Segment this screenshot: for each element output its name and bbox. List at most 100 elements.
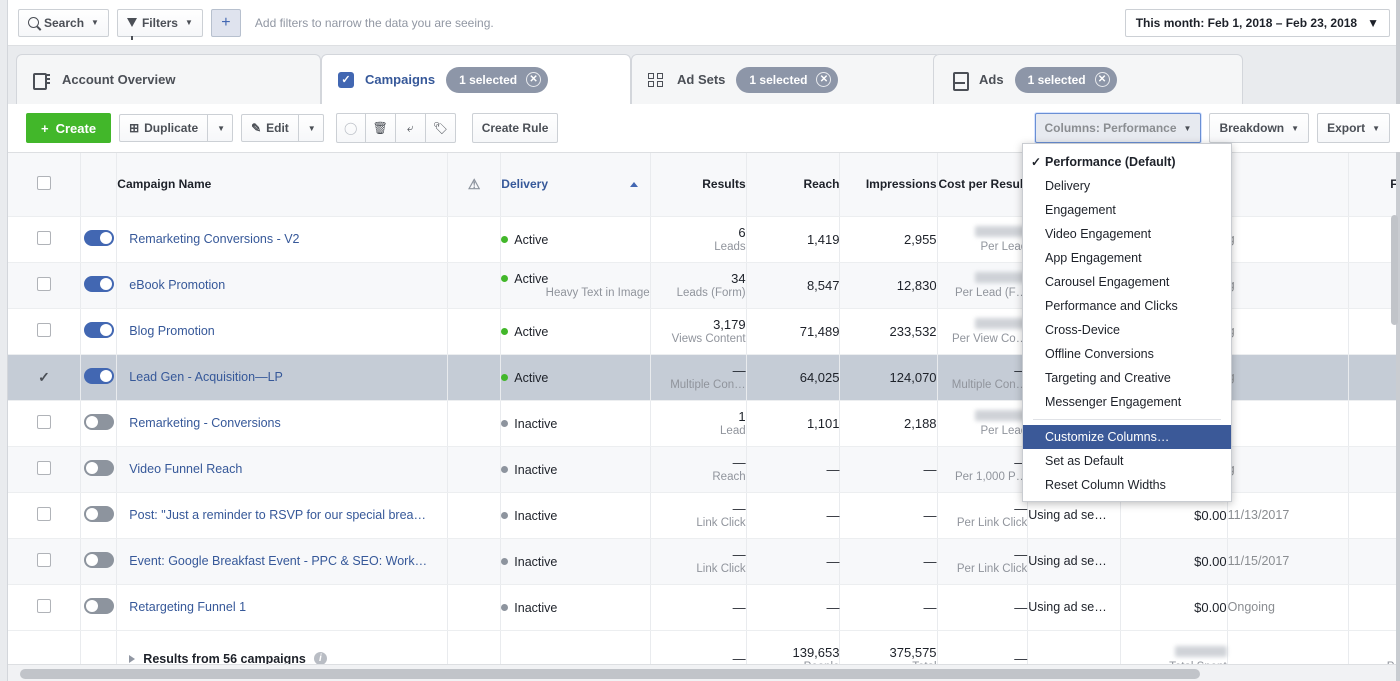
refresh-icon[interactable]: ◯	[336, 113, 366, 143]
columns-menu-item[interactable]: Targeting and Creative	[1023, 366, 1231, 390]
header-schedule[interactable]	[1227, 153, 1349, 216]
row-campaign-name-cell[interactable]: Retargeting Funnel 1	[117, 584, 448, 630]
horizontal-scrollbar[interactable]	[8, 664, 1400, 681]
checkbox[interactable]	[37, 461, 51, 475]
columns-menu-item[interactable]: Engagement	[1023, 198, 1231, 222]
header-impressions[interactable]: Impressions	[840, 153, 937, 216]
columns-menu-item[interactable]: Customize Columns…	[1023, 425, 1231, 449]
status-toggle[interactable]	[84, 368, 114, 384]
row-campaign-name-cell[interactable]: Post: "Just a reminder to RSVP for our s…	[117, 492, 448, 538]
header-cost-per-result[interactable]: Cost per Result	[937, 153, 1028, 216]
tab-account-overview[interactable]: Account Overview	[16, 54, 321, 104]
filters-button[interactable]: Filters ▼	[117, 9, 203, 37]
checkbox[interactable]	[37, 176, 51, 190]
row-toggle-cell[interactable]	[81, 400, 117, 446]
search-button[interactable]: Search ▼	[18, 9, 109, 37]
campaign-name-link[interactable]: Remarketing Conversions - V2	[117, 232, 447, 246]
export-arrow-icon[interactable]: ⤶	[396, 113, 426, 143]
status-toggle[interactable]	[84, 276, 114, 292]
checkbox[interactable]	[37, 415, 51, 429]
status-toggle[interactable]	[84, 414, 114, 430]
row-campaign-name-cell[interactable]: Lead Gen - Acquisition—LP	[117, 354, 448, 400]
checkbox[interactable]	[37, 323, 51, 337]
export-button[interactable]: Export ▼	[1317, 113, 1390, 143]
edit-dropdown-button[interactable]: ▼	[299, 114, 324, 142]
tag-icon[interactable]: 🏷	[426, 113, 456, 143]
tab-ad-sets[interactable]: Ad Sets 1 selected ✕	[631, 54, 941, 104]
campaigns-selected-pill[interactable]: 1 selected ✕	[446, 67, 548, 93]
duplicate-button[interactable]: ⊞ Duplicate	[119, 114, 208, 142]
status-toggle[interactable]	[84, 460, 114, 476]
campaign-name-link[interactable]: eBook Promotion	[117, 278, 447, 292]
duplicate-dropdown-button[interactable]: ▼	[208, 114, 233, 142]
checkbox[interactable]	[37, 277, 51, 291]
scroll-thumb[interactable]	[1391, 215, 1398, 325]
select-all-header[interactable]	[8, 153, 81, 216]
tab-ads[interactable]: Ads 1 selected ✕	[933, 54, 1243, 104]
header-campaign-name[interactable]: Campaign Name	[117, 153, 448, 216]
campaign-name-link[interactable]: Event: Google Breakfast Event - PPC & SE…	[117, 554, 447, 568]
row-toggle-cell[interactable]	[81, 492, 117, 538]
campaign-name-link[interactable]: Blog Promotion	[117, 324, 447, 338]
campaign-name-link[interactable]: Remarketing - Conversions	[117, 416, 447, 430]
header-reach[interactable]: Reach	[746, 153, 840, 216]
info-icon[interactable]: i	[314, 652, 327, 664]
checkbox[interactable]	[37, 599, 51, 613]
row-checkbox-cell[interactable]	[8, 216, 81, 262]
row-toggle-cell[interactable]	[81, 584, 117, 630]
row-toggle-cell[interactable]	[81, 354, 117, 400]
columns-button[interactable]: Columns: Performance ▼	[1035, 113, 1202, 143]
status-toggle[interactable]	[84, 230, 114, 246]
columns-menu-item[interactable]: Set as Default	[1023, 449, 1231, 473]
campaign-name-link[interactable]: Video Funnel Reach	[117, 462, 447, 476]
header-delivery[interactable]: Delivery	[501, 153, 650, 216]
vertical-scrollbar[interactable]	[1391, 215, 1400, 375]
checkbox[interactable]	[37, 507, 51, 521]
add-filter-button[interactable]: +	[211, 9, 241, 37]
campaign-name-link[interactable]: Lead Gen - Acquisition—LP	[117, 370, 447, 384]
table-row[interactable]: Event: Google Breakfast Event - PPC & SE…	[8, 538, 1400, 584]
create-button[interactable]: + Create	[26, 113, 111, 143]
row-toggle-cell[interactable]	[81, 538, 117, 584]
row-checkbox-cell[interactable]	[8, 492, 81, 538]
columns-menu-item[interactable]: Delivery	[1023, 174, 1231, 198]
row-checkbox-cell[interactable]	[8, 584, 81, 630]
row-toggle-cell[interactable]	[81, 216, 117, 262]
row-checkbox-cell[interactable]	[8, 262, 81, 308]
columns-menu-item[interactable]: App Engagement	[1023, 246, 1231, 270]
row-toggle-cell[interactable]	[81, 308, 117, 354]
campaign-name-link[interactable]: Post: "Just a reminder to RSVP for our s…	[117, 508, 447, 522]
row-checkbox-cell[interactable]	[8, 308, 81, 354]
row-campaign-name-cell[interactable]: Blog Promotion	[117, 308, 448, 354]
status-toggle[interactable]	[84, 598, 114, 614]
breakdown-button[interactable]: Breakdown ▼	[1209, 113, 1309, 143]
row-checkbox-cell[interactable]	[8, 446, 81, 492]
ads-selected-pill[interactable]: 1 selected ✕	[1015, 67, 1117, 93]
row-campaign-name-cell[interactable]: Remarketing Conversions - V2	[117, 216, 448, 262]
columns-menu-item[interactable]: Carousel Engagement	[1023, 270, 1231, 294]
adsets-selected-pill[interactable]: 1 selected ✕	[736, 67, 838, 93]
date-range-picker[interactable]: This month: Feb 1, 2018 – Feb 23, 2018 ▼	[1125, 9, 1390, 37]
columns-menu-item[interactable]: Performance (Default)	[1023, 150, 1231, 174]
checkbox[interactable]	[37, 553, 51, 567]
tab-campaigns[interactable]: ✓ Campaigns 1 selected ✕	[321, 54, 631, 104]
checkbox[interactable]	[37, 231, 51, 245]
columns-menu-item[interactable]: Video Engagement	[1023, 222, 1231, 246]
table-row[interactable]: Retargeting Funnel 1Inactive————Using ad…	[8, 584, 1400, 630]
close-icon[interactable]: ✕	[1095, 72, 1110, 87]
columns-menu-item[interactable]: Offline Conversions	[1023, 342, 1231, 366]
close-icon[interactable]: ✕	[816, 72, 831, 87]
row-checkbox-cell[interactable]	[8, 400, 81, 446]
status-toggle[interactable]	[84, 552, 114, 568]
row-campaign-name-cell[interactable]: Remarketing - Conversions	[117, 400, 448, 446]
columns-menu-item[interactable]: Messenger Engagement	[1023, 390, 1231, 414]
edit-button[interactable]: ✎ Edit	[241, 114, 299, 142]
row-toggle-cell[interactable]	[81, 446, 117, 492]
columns-menu-item[interactable]: Reset Column Widths	[1023, 473, 1231, 497]
row-campaign-name-cell[interactable]: Event: Google Breakfast Event - PPC & SE…	[117, 538, 448, 584]
expand-triangle-icon[interactable]	[129, 655, 135, 663]
row-campaign-name-cell[interactable]: Video Funnel Reach	[117, 446, 448, 492]
campaign-name-link[interactable]: Retargeting Funnel 1	[117, 600, 447, 614]
create-rule-button[interactable]: Create Rule	[472, 113, 559, 143]
trash-icon[interactable]: 🗑	[366, 113, 396, 143]
